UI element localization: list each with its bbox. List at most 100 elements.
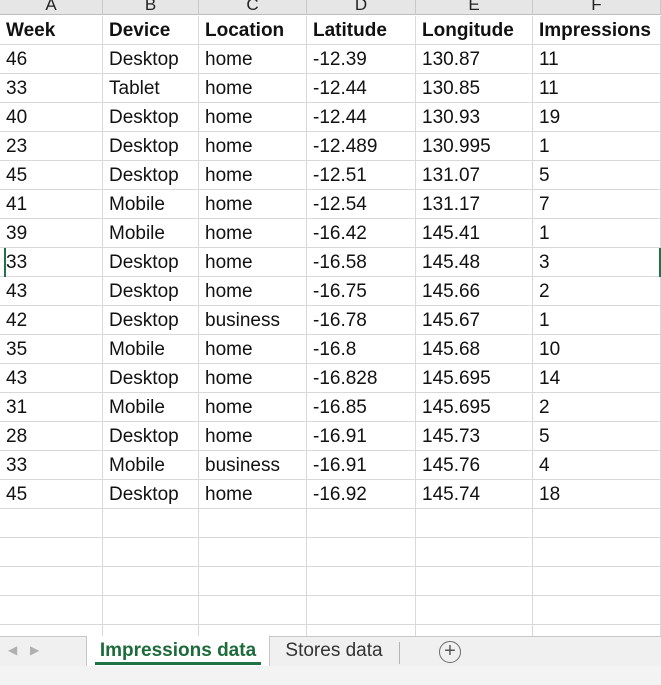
tab-impressions-data[interactable]: Impressions data bbox=[86, 636, 270, 667]
cell-week[interactable]: 33 bbox=[0, 248, 103, 277]
cell-latitude[interactable]: -16.42 bbox=[307, 219, 416, 248]
cell-location[interactable]: home bbox=[199, 45, 307, 74]
cell-device[interactable]: Desktop bbox=[103, 306, 199, 335]
empty-cell[interactable] bbox=[0, 538, 103, 567]
tab-stores-data[interactable]: Stores data bbox=[272, 636, 396, 667]
cell-device[interactable]: Mobile bbox=[103, 393, 199, 422]
cell-longitude[interactable]: 145.66 bbox=[416, 277, 533, 306]
cell-device[interactable]: Desktop bbox=[103, 422, 199, 451]
empty-cell[interactable] bbox=[533, 596, 661, 625]
cell-longitude[interactable]: 145.695 bbox=[416, 364, 533, 393]
cell-device[interactable]: Mobile bbox=[103, 451, 199, 480]
cell-longitude[interactable]: 130.93 bbox=[416, 103, 533, 132]
cell-latitude[interactable]: -16.78 bbox=[307, 306, 416, 335]
add-sheet-icon[interactable]: + bbox=[439, 641, 461, 663]
empty-cell[interactable] bbox=[307, 567, 416, 596]
cell-longitude[interactable]: 145.76 bbox=[416, 451, 533, 480]
tab-scroll-right-icon[interactable]: ▶ bbox=[30, 643, 39, 657]
cell-location[interactable]: home bbox=[199, 364, 307, 393]
empty-cell[interactable] bbox=[103, 596, 199, 625]
empty-cell[interactable] bbox=[416, 509, 533, 538]
cell-location[interactable]: business bbox=[199, 451, 307, 480]
cell-impressions[interactable]: 2 bbox=[533, 277, 661, 306]
cell-week[interactable]: 33 bbox=[0, 74, 103, 103]
cell-latitude[interactable]: -16.8 bbox=[307, 335, 416, 364]
empty-cell[interactable] bbox=[0, 625, 103, 636]
cell-location[interactable]: home bbox=[199, 132, 307, 161]
empty-cell[interactable] bbox=[533, 625, 661, 636]
empty-cell[interactable] bbox=[533, 538, 661, 567]
cell-impressions[interactable]: 19 bbox=[533, 103, 661, 132]
cell-longitude[interactable]: 145.48 bbox=[416, 248, 533, 277]
cell-impressions[interactable]: 18 bbox=[533, 480, 661, 509]
cell-impressions[interactable]: 1 bbox=[533, 219, 661, 248]
cell-device[interactable]: Desktop bbox=[103, 103, 199, 132]
cell-device[interactable]: Desktop bbox=[103, 480, 199, 509]
cell-longitude[interactable]: 145.695 bbox=[416, 393, 533, 422]
cell-device[interactable]: Mobile bbox=[103, 190, 199, 219]
cell-location[interactable]: home bbox=[199, 422, 307, 451]
cell-device[interactable]: Desktop bbox=[103, 161, 199, 190]
empty-cell[interactable] bbox=[0, 509, 103, 538]
cell-longitude[interactable]: 130.87 bbox=[416, 45, 533, 74]
empty-cell[interactable] bbox=[103, 567, 199, 596]
column-header-d[interactable]: D bbox=[307, 0, 416, 15]
cell-location[interactable]: home bbox=[199, 190, 307, 219]
header-cell-latitude[interactable]: Latitude bbox=[307, 16, 416, 45]
cell-latitude[interactable]: -12.39 bbox=[307, 45, 416, 74]
empty-cell[interactable] bbox=[103, 538, 199, 567]
header-cell-location[interactable]: Location bbox=[199, 16, 307, 45]
cell-week[interactable]: 31 bbox=[0, 393, 103, 422]
cell-week[interactable]: 43 bbox=[0, 277, 103, 306]
cell-latitude[interactable]: -16.58 bbox=[307, 248, 416, 277]
column-header-c[interactable]: C bbox=[199, 0, 307, 15]
empty-cell[interactable] bbox=[307, 538, 416, 567]
cell-location[interactable]: home bbox=[199, 74, 307, 103]
cell-latitude[interactable]: -16.75 bbox=[307, 277, 416, 306]
cell-device[interactable]: Desktop bbox=[103, 277, 199, 306]
cell-impressions[interactable]: 11 bbox=[533, 45, 661, 74]
cell-impressions[interactable]: 4 bbox=[533, 451, 661, 480]
cell-longitude[interactable]: 145.73 bbox=[416, 422, 533, 451]
cell-longitude[interactable]: 145.67 bbox=[416, 306, 533, 335]
header-cell-longitude[interactable]: Longitude bbox=[416, 16, 533, 45]
cell-latitude[interactable]: -16.91 bbox=[307, 422, 416, 451]
cell-location[interactable]: home bbox=[199, 103, 307, 132]
cell-latitude[interactable]: -16.92 bbox=[307, 480, 416, 509]
empty-cell[interactable] bbox=[199, 596, 307, 625]
spreadsheet-grid[interactable]: A B C D E F Week Device Location Latitude Lo… bbox=[0, 0, 661, 636]
empty-cell[interactable] bbox=[416, 596, 533, 625]
cell-week[interactable]: 33 bbox=[0, 451, 103, 480]
cell-device[interactable]: Desktop bbox=[103, 248, 199, 277]
empty-cell[interactable] bbox=[416, 567, 533, 596]
column-header-e[interactable]: E bbox=[416, 0, 533, 15]
cell-longitude[interactable]: 145.74 bbox=[416, 480, 533, 509]
cell-week[interactable]: 40 bbox=[0, 103, 103, 132]
empty-cell[interactable] bbox=[199, 538, 307, 567]
cell-location[interactable]: home bbox=[199, 161, 307, 190]
cell-impressions[interactable]: 5 bbox=[533, 422, 661, 451]
empty-cell[interactable] bbox=[533, 509, 661, 538]
empty-cell[interactable] bbox=[199, 509, 307, 538]
cell-impressions[interactable]: 1 bbox=[533, 132, 661, 161]
cell-impressions[interactable]: 1 bbox=[533, 306, 661, 335]
cell-longitude[interactable]: 145.68 bbox=[416, 335, 533, 364]
cell-location[interactable]: home bbox=[199, 335, 307, 364]
empty-cell[interactable] bbox=[0, 596, 103, 625]
cell-latitude[interactable]: -12.489 bbox=[307, 132, 416, 161]
cell-location[interactable]: home bbox=[199, 219, 307, 248]
empty-cell[interactable] bbox=[416, 625, 533, 636]
empty-cell[interactable] bbox=[199, 625, 307, 636]
cell-latitude[interactable]: -16.85 bbox=[307, 393, 416, 422]
cell-impressions[interactable]: 11 bbox=[533, 74, 661, 103]
cell-location[interactable]: business bbox=[199, 306, 307, 335]
empty-cell[interactable] bbox=[533, 567, 661, 596]
cell-latitude[interactable]: -16.91 bbox=[307, 451, 416, 480]
cell-impressions[interactable]: 5 bbox=[533, 161, 661, 190]
cell-week[interactable]: 28 bbox=[0, 422, 103, 451]
header-cell-impressions[interactable]: Impressions bbox=[533, 16, 661, 45]
cell-impressions[interactable]: 14 bbox=[533, 364, 661, 393]
cell-week[interactable]: 39 bbox=[0, 219, 103, 248]
cell-impressions[interactable]: 3 bbox=[533, 248, 661, 277]
column-header-f[interactable]: F bbox=[533, 0, 661, 15]
